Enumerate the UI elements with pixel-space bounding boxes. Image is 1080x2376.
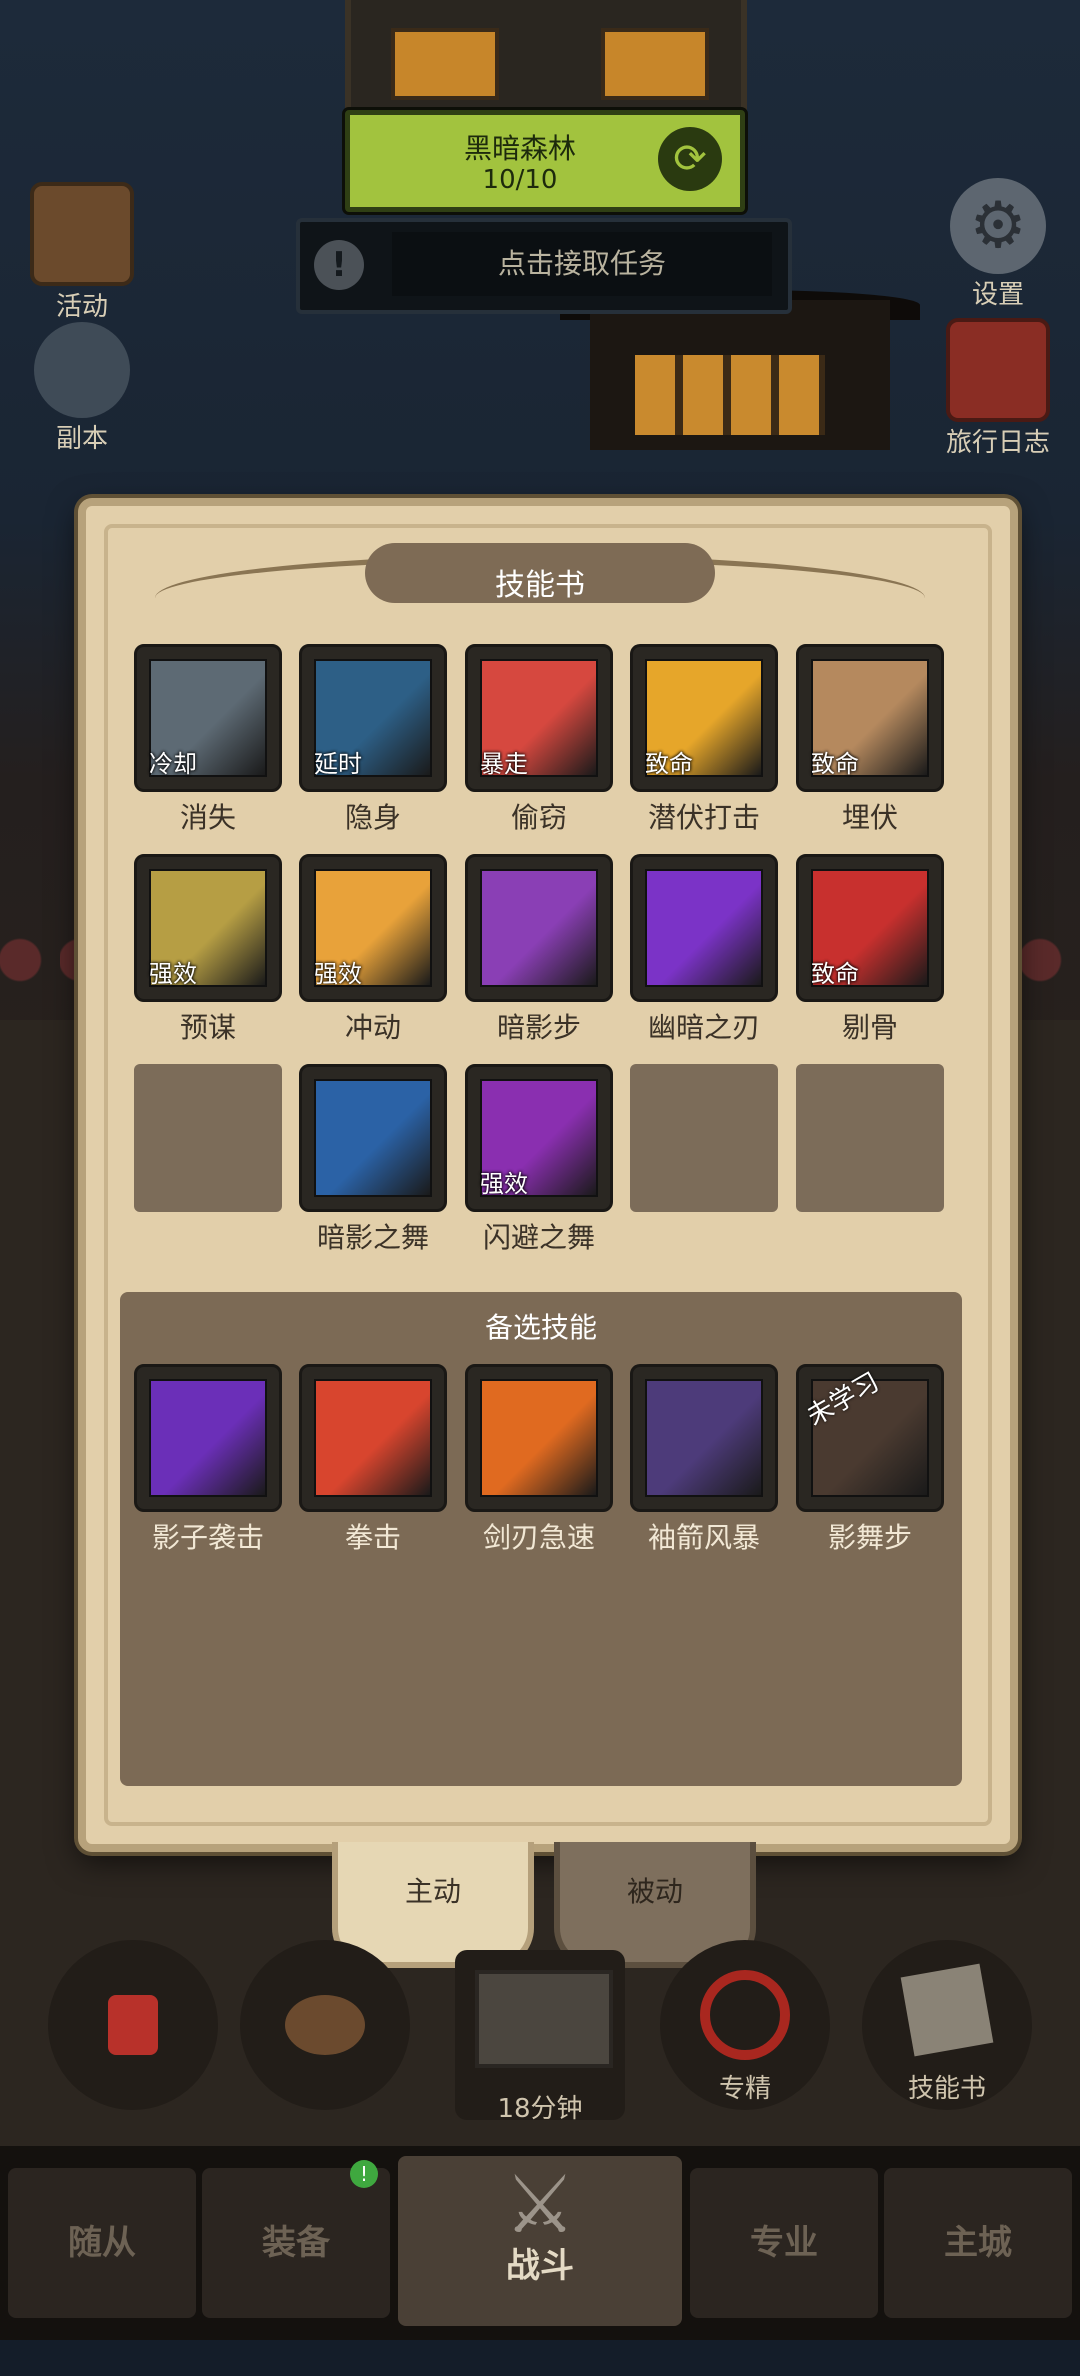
empty-skill-slot[interactable] [630,1064,778,1212]
dungeon-button[interactable]: 副本 [22,322,142,455]
location-banner[interactable]: 黑暗森林 10/10 ⟳ [345,110,745,212]
skill-icon [480,869,598,987]
background-tower [345,0,747,110]
alternate-skill-name: 影舞步 [827,1521,912,1554]
nav-main-city[interactable]: 主城 [884,2168,1072,2318]
settings-button[interactable]: ⚙ 设置 [938,178,1058,311]
skill-name: 冲动 [344,1011,401,1044]
skill-name: 消失 [179,801,236,834]
skill-modifier-badge: 暴走 [480,750,528,778]
alternate-skill-slot[interactable] [630,1364,778,1512]
skill-slot[interactable] [465,854,613,1002]
book-icon [946,318,1050,422]
events-label: 活动 [55,292,108,322]
skill-icon [645,1379,763,1497]
refresh-icon[interactable]: ⟳ [658,127,722,191]
skill-icon [314,1379,432,1497]
skill-modifier-badge: 强效 [149,960,197,988]
skill-icon [645,869,763,987]
skill-name: 潜伏打击 [647,801,760,834]
alternate-skill-name: 剑刃急速 [482,1521,595,1554]
panel-title: 技能书 [495,568,585,603]
skill-modifier-badge: 延时 [314,750,362,778]
skill-book-label: 技能书 [907,2074,986,2104]
empty-skill-slot[interactable] [796,1064,944,1212]
portal-icon [34,322,130,418]
skill-name: 隐身 [344,801,401,834]
bread-icon [285,1995,365,2055]
skill-modifier-badge: 致命 [811,960,859,988]
skill-name: 偷窃 [510,801,567,834]
skill-modifier-badge: 冷却 [149,750,197,778]
nav-profession[interactable]: 专业 [690,2168,878,2318]
skill-modifier-badge: 强效 [314,960,362,988]
alert-icon: ! [314,240,364,290]
alternate-skill-slot[interactable] [134,1364,282,1512]
travel-log-button[interactable]: 旅行日志 [918,318,1078,459]
skill-icon [480,1379,598,1497]
alternate-skill-name: 拳击 [344,1521,401,1554]
skill-modifier-badge: 强效 [480,1170,528,1198]
skill-slot[interactable]: 强效 [299,854,447,1002]
notification-badge: ! [350,2160,378,2188]
skill-name: 暗影步 [496,1011,581,1044]
specialization-icon [700,1970,790,2060]
skill-slot[interactable] [630,854,778,1002]
skill-book-icon [900,1963,994,2057]
skill-slot[interactable]: 致命 [796,854,944,1002]
skill-name: 暗影之舞 [316,1221,429,1254]
skill-slot[interactable] [299,1064,447,1212]
tower-window [391,28,499,100]
skill-name: 闪避之舞 [482,1221,595,1254]
location-name: 黑暗森林 [463,132,576,165]
skill-slot[interactable]: 强效 [134,854,282,1002]
skill-slot[interactable]: 强效 [465,1064,613,1212]
skill-slot[interactable]: 致命 [630,644,778,792]
skill-modifier-badge: 致命 [645,750,693,778]
skill-name: 埋伏 [841,801,898,834]
alternate-skill-slot[interactable]: 未学习 [796,1364,944,1512]
alternate-skill-slot[interactable] [299,1364,447,1512]
nav-followers[interactable]: 随从 [8,2168,196,2318]
skill-slot[interactable]: 致命 [796,644,944,792]
skill-name: 幽暗之刃 [647,1011,760,1044]
chest-icon [475,1970,613,2068]
travel-log-label: 旅行日志 [945,428,1050,458]
skill-name: 剔骨 [841,1011,898,1044]
crossed-swords-icon: ⚔ [504,2158,576,2251]
potion-button[interactable] [48,1940,218,2110]
skill-icon [149,1379,267,1497]
alternate-skill-slot[interactable] [465,1364,613,1512]
skill-slot[interactable]: 暴走 [465,644,613,792]
tower-window [601,28,709,100]
location-progress: 10/10 [482,165,558,195]
events-button[interactable]: 活动 [22,182,142,323]
alternate-skill-name: 袖箭风暴 [647,1521,760,1554]
skill-slot[interactable]: 延时 [299,644,447,792]
potion-icon [108,1995,158,2055]
task-prompt[interactable]: 点击接取任务 [392,232,772,296]
scroll-icon [30,182,134,286]
specialization-label: 专精 [718,2074,771,2104]
alternate-skill-name: 影子袭击 [151,1521,264,1554]
dungeon-label: 副本 [55,424,108,454]
skill-icon [314,1079,432,1197]
settings-label: 设置 [971,280,1024,310]
skill-slot[interactable]: 冷却 [134,644,282,792]
skill-name: 预谋 [179,1011,236,1044]
skill-modifier-badge: 致命 [811,750,859,778]
gear-icon: ⚙ [950,178,1046,274]
background-temple [590,300,890,450]
chest-timer: 18分钟 [497,2094,583,2124]
empty-skill-slot[interactable] [134,1064,282,1212]
task-bar[interactable]: ! 点击接取任务 [296,218,792,314]
alternate-skills-heading: 备选技能 [484,1311,597,1344]
food-button[interactable] [240,1940,410,2110]
nav-equipment[interactable]: 装备 [202,2168,390,2318]
